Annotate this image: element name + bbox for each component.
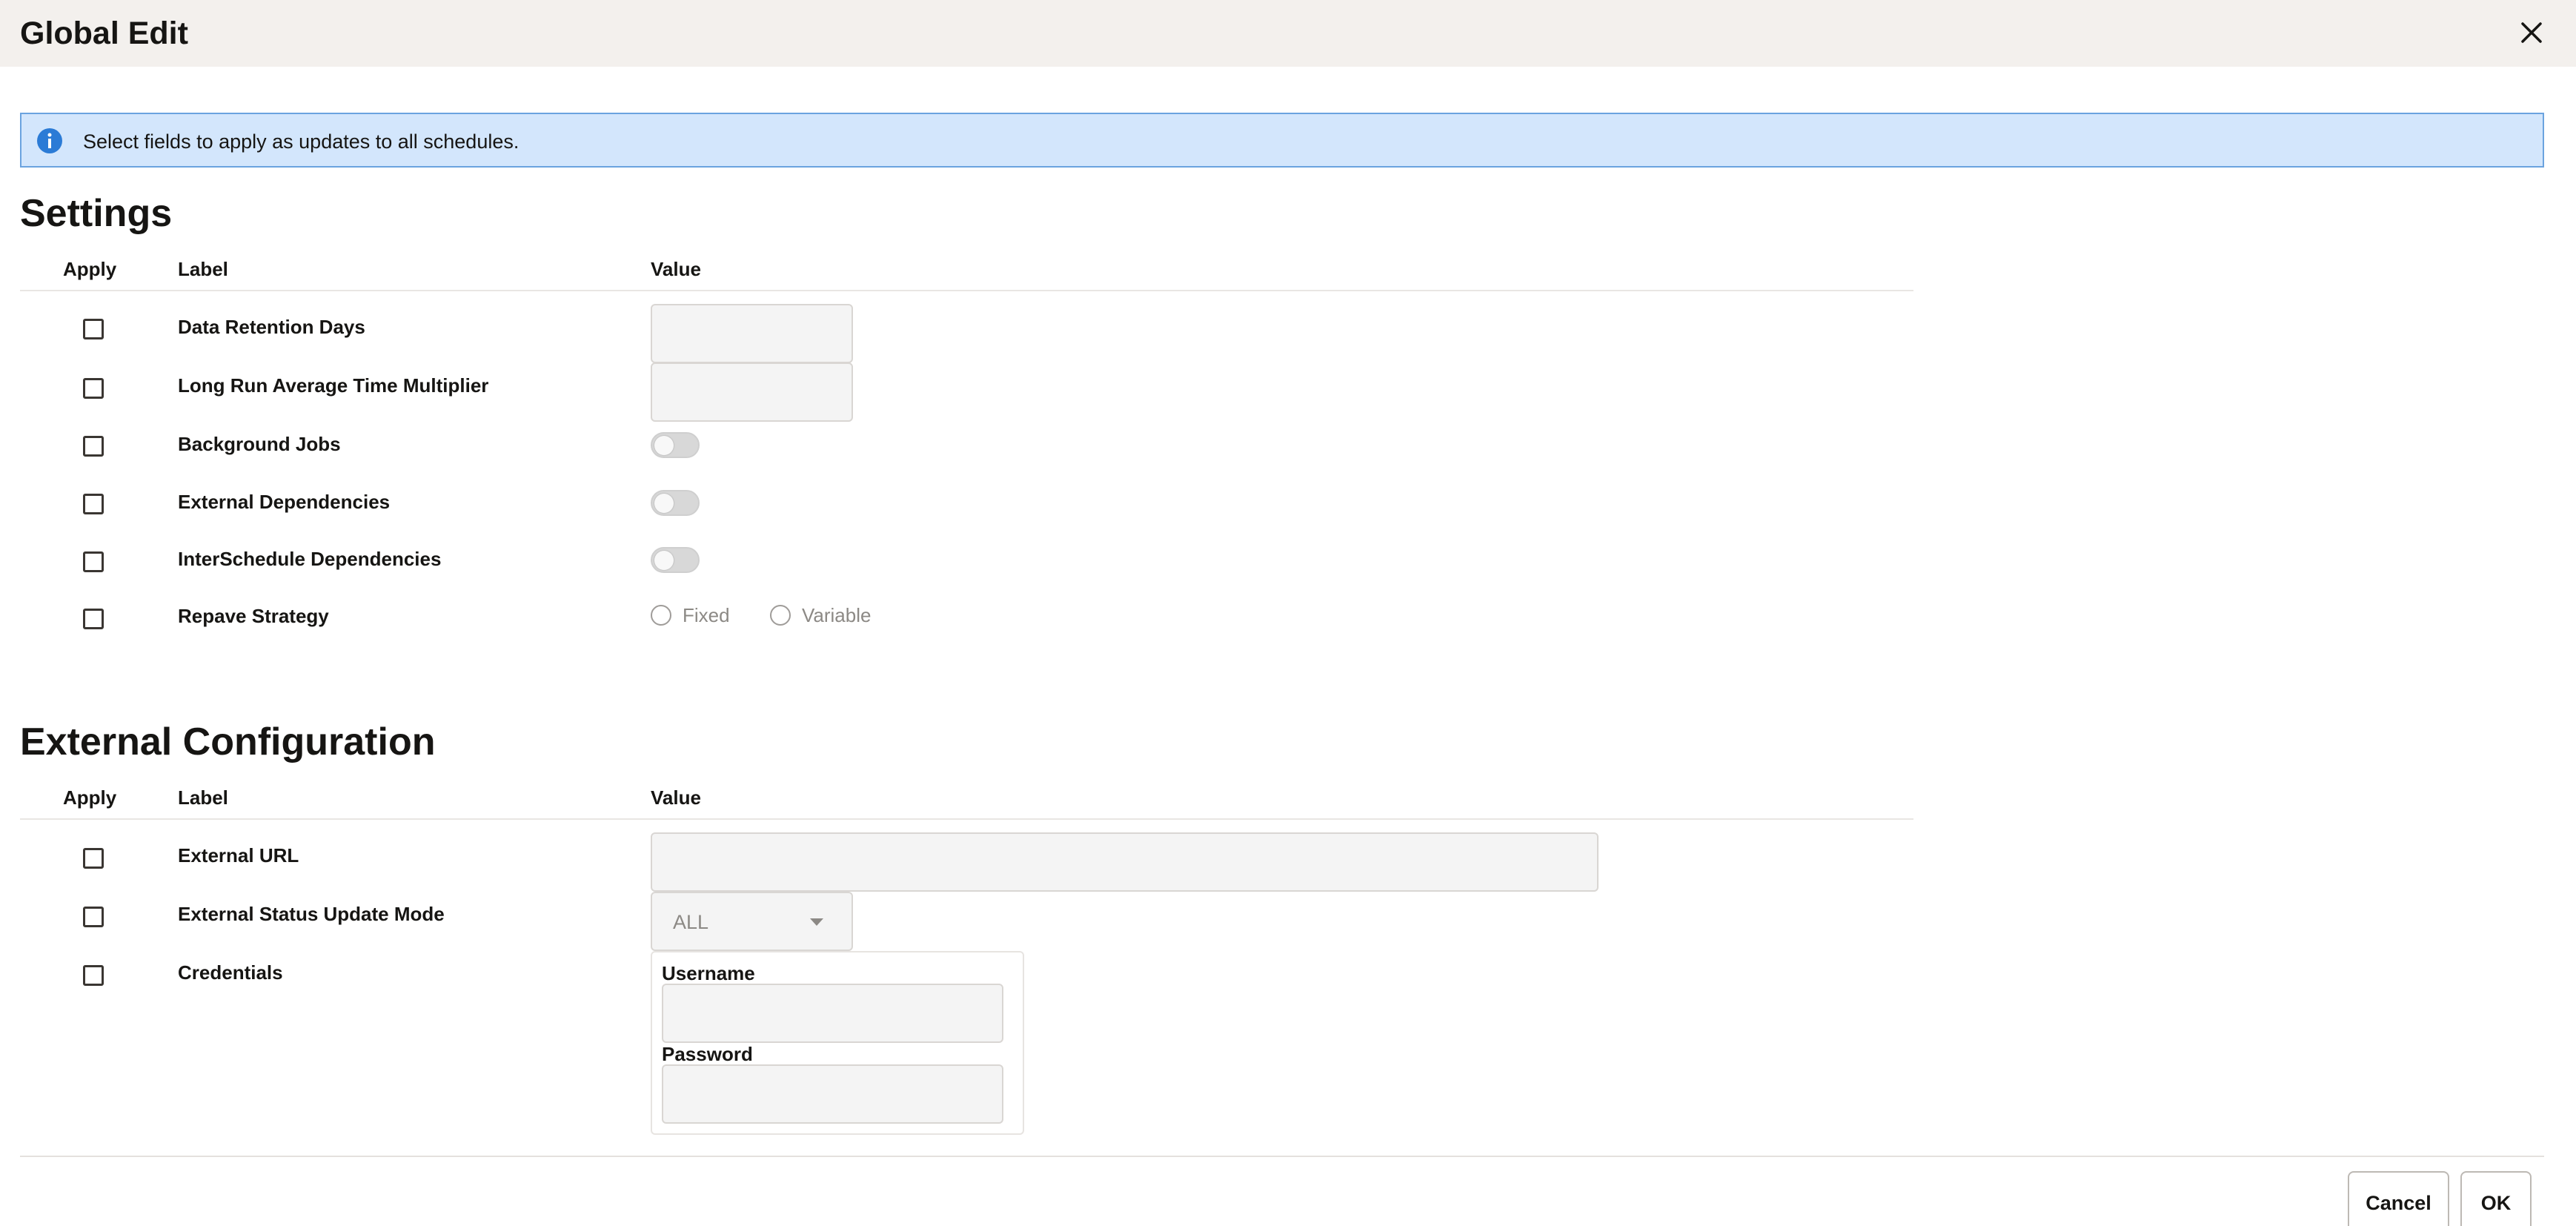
external-header-divider (20, 818, 1913, 820)
password-input[interactable] (662, 1064, 1003, 1124)
ok-button[interactable]: OK (2460, 1171, 2532, 1226)
apply-checkbox-external-dependencies[interactable] (83, 494, 104, 514)
chevron-down-icon (810, 918, 823, 926)
settings-section-title: Settings (20, 192, 173, 235)
interschedule-dependencies-toggle[interactable] (651, 547, 700, 573)
external-col-label: Label (178, 786, 228, 809)
external-status-update-mode-select[interactable]: ALL (651, 892, 853, 951)
dialog-title: Global Edit (20, 16, 188, 51)
toggle-knob (654, 494, 674, 513)
external-section-title: External Configuration (20, 720, 436, 763)
settings-col-apply: Apply (63, 258, 117, 280)
close-button[interactable] (2512, 13, 2551, 52)
info-icon (37, 128, 62, 153)
settings-col-value: Value (651, 258, 701, 280)
info-banner: Select fields to apply as updates to all… (20, 113, 2544, 168)
external-col-apply: Apply (63, 786, 117, 809)
select-value: ALL (673, 911, 709, 933)
apply-checkbox-credentials[interactable] (83, 965, 104, 986)
repave-variable-label: Variable (802, 604, 872, 626)
close-icon (2521, 22, 2542, 43)
cancel-button[interactable]: Cancel (2348, 1171, 2449, 1226)
label-external-dependencies: External Dependencies (178, 491, 391, 513)
external-col-value: Value (651, 786, 701, 809)
external-url-input[interactable] (651, 832, 1599, 892)
toggle-knob (654, 551, 674, 570)
long-run-multiplier-input[interactable] (651, 362, 853, 422)
apply-checkbox-external-url[interactable] (83, 848, 104, 869)
credentials-group: Username Password (651, 951, 1024, 1135)
repave-fixed-radio[interactable] (651, 605, 671, 626)
username-label: Username (662, 962, 755, 984)
label-background-jobs: Background Jobs (178, 433, 341, 455)
repave-fixed-label: Fixed (683, 604, 730, 626)
password-label: Password (662, 1043, 753, 1065)
label-external-url: External URL (178, 844, 299, 867)
toggle-knob (654, 436, 674, 455)
repave-variable-radio[interactable] (770, 605, 791, 626)
apply-checkbox-data-retention-days[interactable] (83, 319, 104, 339)
username-input[interactable] (662, 984, 1003, 1043)
apply-checkbox-external-status-update-mode[interactable] (83, 907, 104, 927)
apply-checkbox-long-run-multiplier[interactable] (83, 378, 104, 399)
label-external-status-update-mode: External Status Update Mode (178, 903, 445, 925)
apply-checkbox-background-jobs[interactable] (83, 436, 104, 457)
background-jobs-toggle[interactable] (651, 432, 700, 458)
label-interschedule-dependencies: InterSchedule Dependencies (178, 548, 442, 570)
settings-header-divider (20, 290, 1913, 291)
label-long-run-multiplier: Long Run Average Time Multiplier (178, 374, 489, 397)
dialog-header: Global Edit (0, 0, 2576, 67)
apply-checkbox-interschedule-dependencies[interactable] (83, 551, 104, 572)
label-repave-strategy: Repave Strategy (178, 605, 329, 627)
apply-checkbox-repave-strategy[interactable] (83, 609, 104, 629)
external-dependencies-toggle[interactable] (651, 490, 700, 516)
data-retention-days-input[interactable] (651, 304, 853, 363)
footer-divider (20, 1156, 2544, 1157)
settings-col-label: Label (178, 258, 228, 280)
label-credentials: Credentials (178, 961, 283, 984)
label-data-retention-days: Data Retention Days (178, 316, 365, 338)
info-banner-text: Select fields to apply as updates to all… (83, 130, 519, 153)
